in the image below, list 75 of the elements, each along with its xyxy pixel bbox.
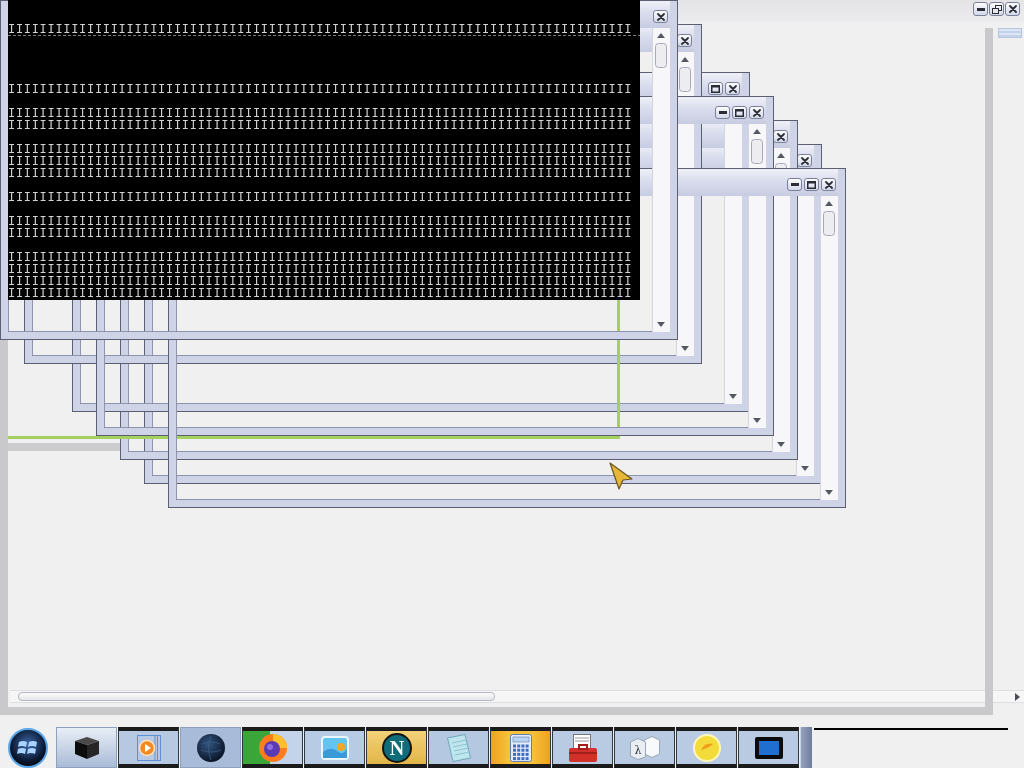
taskbar-button[interactable]: [552, 727, 613, 768]
taskbar-button[interactable]: [676, 727, 737, 768]
maximize-button[interactable]: [804, 178, 819, 191]
vertical-scrollbar[interactable]: [748, 124, 766, 428]
close-button[interactable]: [1005, 2, 1020, 16]
terminal-line: IIIIIIIIIIIIIIIIIIIIIIIIIIIIIIIIIIIIIIIIIIIIIIIIIIIIIIIIIIIIIIIIIIIIIIIIIIIIIII: [8, 216, 634, 228]
close-icon: [728, 84, 737, 93]
taskbar-button[interactable]: λ: [614, 727, 675, 768]
dash-icon: [790, 183, 799, 186]
taskbar-button[interactable]: [738, 727, 799, 768]
horizontal-scrollbar[interactable]: [10, 690, 1024, 703]
cursor-icon: [609, 462, 633, 490]
terminal-line: IIIIIIIIIIIIIIIIIIIIIIIIIIIIIIIIIIIIIIIIIIIIIIIIIIIIIIIIIIIIIIIIIIIIIIIIIIIIIII: [8, 156, 634, 168]
taskbar-button[interactable]: [490, 727, 551, 768]
taskbar-button[interactable]: [428, 727, 489, 768]
picture-icon: [320, 735, 349, 760]
play-icon: [136, 734, 161, 761]
terminal-line: IIIIIIIIIIIIIIIIIIIIIIIIIIIIIIIIIIIIIIIIIIIIIIIIIIIIIIIIIIIIIIIIIIIIIIIIIIIIIII: [8, 120, 634, 132]
taskbar-button[interactable]: [304, 727, 365, 768]
terminal-line: IIIIIIIIIIIIIIIIIIIIIIIIIIIIIIIIIIIIIIIIIIIIIIIIIIIIIIIIIIIIIIIIIIIIIIIIIIIIIII: [8, 276, 634, 288]
vertical-scrollbar[interactable]: [820, 196, 838, 500]
taskbar-button[interactable]: [56, 727, 117, 768]
screen-icon: [754, 736, 783, 759]
minimize-button[interactable]: [787, 178, 802, 191]
terminal-line: IIIIIIIIIIIIIIIIIIIIIIIIIIIIIIIIIIIIIIIIIIIIIIIIIIIIIIIIIIIIIIIIIIIIIIIIIIIIIII: [8, 228, 634, 240]
vertical-scrollbar[interactable]: [796, 196, 814, 476]
close-button[interactable]: [653, 10, 668, 23]
terminal-line: IIIIIIIIIIIIIIIIIIIIIIIIIIIIIIIIIIIIIIIIIIIIIIIIIIIIIIIIIIIIIIIIIIIIIIIIIIIIIII: [8, 168, 634, 180]
close-button[interactable]: [821, 178, 836, 191]
close-icon: [824, 180, 833, 189]
taskbar-handle[interactable]: [800, 727, 812, 768]
square-icon: [807, 180, 816, 189]
scrollbar-thumb[interactable]: [18, 692, 495, 701]
vertical-scrollbar[interactable]: [724, 124, 742, 404]
terminal-line: IIIIIIIIIIIIIIIIIIIIIIIIIIIIIIIIIIIIIIIIIIIIIIIIIIIIIIIIIIIIIIIIIIIIIIIIIIIIIII: [8, 84, 634, 96]
close-icon: [776, 132, 785, 141]
taskbar-button[interactable]: N: [366, 727, 427, 768]
terminal-line: IIIIIIIIIIIIIIIIIIIIIIIIIIIIIIIIIIIIIIIIIIIIIIIIIIIIIIIIIIIIIIIIIIIIIIIIIIIIIII: [8, 288, 634, 300]
restore-button[interactable]: [989, 2, 1004, 16]
vertical-scrollbar[interactable]: [652, 28, 670, 332]
dash-icon: [976, 7, 985, 11]
square-icon: [711, 84, 720, 93]
notepad-icon: [446, 733, 471, 762]
close-icon: [800, 156, 809, 165]
minimize-button[interactable]: [715, 106, 730, 119]
orb-icon: [8, 727, 48, 768]
close-icon: [752, 108, 761, 117]
logo-icon: N: [381, 732, 412, 763]
terminal-line: IIIIIIIIIIIIIIIIIIIIIIIIIIIIIIIIIIIIIIIIIIIIIIIIIIIIIIIIIIIIIIIIIIIIIIIIIIIIIII: [8, 192, 634, 204]
terminal-line: IIIIIIIIIIIIIIIIIIIIIIIIIIIIIIIIIIIIIIIIIIIIIIIIIIIIIIIIIIIIIIIIIIIIIIIIIIIIIII: [8, 252, 634, 264]
terminal-line: IIIIIIIIIIIIIIIIIIIIIIIIIIIIIIIIIIIIIIIIIIIIIIIIIIIIIIIIIIIIIIIIIIIIIIIIIIIIIII: [8, 108, 634, 120]
terminal-line: IIIIIIIIIIIIIIIIIIIIIIIIIIIIIIIIIIIIIIIIIIIIIIIIIIIIIIIIIIIIIIIIIIIIIIIIIIIIIII: [8, 144, 634, 156]
cube-icon: [74, 736, 99, 759]
close-icon: [680, 36, 689, 45]
right-arrow-icon[interactable]: [1015, 692, 1020, 701]
flame-globe-icon: [258, 733, 287, 762]
globe-icon: [196, 733, 225, 762]
close-icon: [656, 12, 665, 21]
dash-icon: [718, 111, 727, 114]
scrollbar-thumb[interactable]: [998, 28, 1022, 38]
close-button[interactable]: [725, 82, 740, 95]
close-icon: [1008, 5, 1017, 13]
terminal-line: IIIIIIIIIIIIIIIIIIIIIIIIIIIIIIIIIIIIIIIIIIIIIIIIIIIIIIIIIIIIIIIIIIIIIIIIIIIIIII: [8, 264, 634, 276]
toolbox-icon: [568, 733, 597, 762]
maximize-button[interactable]: [708, 82, 723, 95]
maximize-button[interactable]: [732, 106, 747, 119]
taskbar-button[interactable]: [180, 727, 241, 768]
close-button[interactable]: [749, 106, 764, 119]
disc-icon: [692, 733, 721, 762]
overlapping-squares-icon: [991, 4, 1002, 14]
taskbar-button[interactable]: [242, 727, 303, 768]
calculator-icon: [509, 733, 532, 762]
minimize-button[interactable]: [973, 2, 988, 16]
square-icon: [735, 108, 744, 117]
taskbar-button[interactable]: [118, 727, 179, 768]
